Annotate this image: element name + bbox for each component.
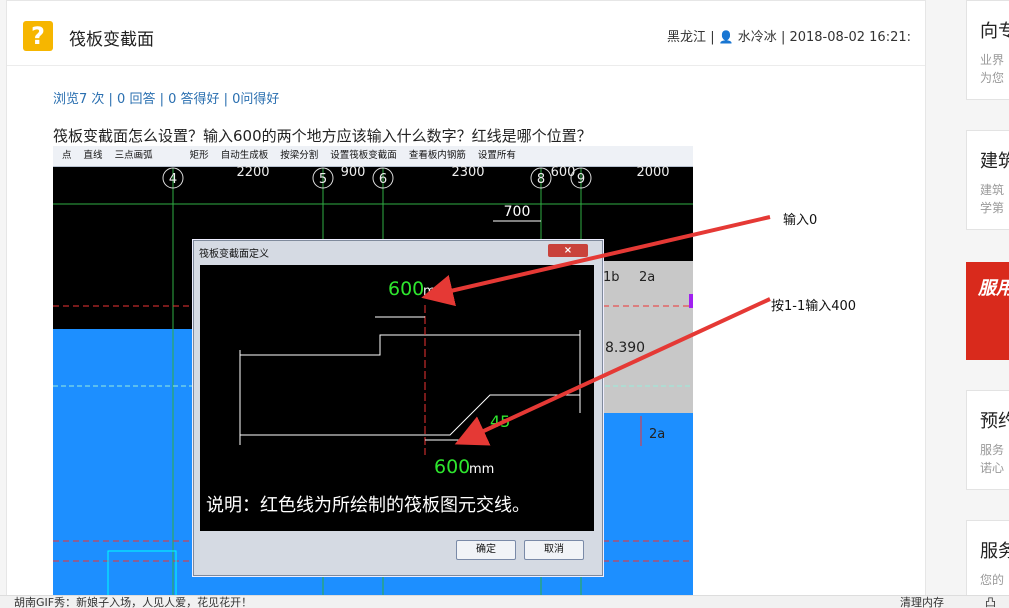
dialog-canvas: 600 mm 600 mm 45 说明：红色线为所绘制的筏板图元交线。 (200, 265, 594, 531)
bottom-bar: 胡南GIF秀：新娘子入场，人见人爱，花见花开！ 清理内存 凸 (0, 595, 1009, 608)
user-icon: 👤 (718, 30, 734, 44)
section-bottom-line (240, 394, 580, 436)
top-dim: 2200 (236, 165, 269, 180)
question-icon: ? (23, 21, 53, 51)
dim-600-top: 600 (388, 278, 424, 300)
user-link[interactable]: 水冷冰 (738, 30, 777, 45)
cad-label: 2a (649, 427, 665, 442)
unit-top: mm (423, 284, 448, 299)
cad-label: 8.390 (605, 340, 645, 356)
unit-bottom: mm (469, 462, 494, 477)
post-datetime: 2018-08-02 16:21: (789, 30, 911, 45)
sidebar-item[interactable]: 预约 服务诺心 (966, 390, 1009, 490)
axis-number: 6 (379, 172, 387, 187)
top-dim: 2000 (636, 165, 669, 180)
bottom-right-icon[interactable]: 凸 (985, 596, 996, 608)
sidebar-item[interactable]: 向专 业界为您 (966, 0, 1009, 100)
sidebar-item[interactable]: 建筑 建筑学第 (966, 130, 1009, 230)
question-card: ? 筏板变截面 黑龙江 | 👤 水冷冰 | 2018-08-02 16:21: … (6, 0, 926, 600)
sidebar-item[interactable]: 服务 您的 (966, 520, 1009, 607)
cad-label: 1b (603, 270, 620, 285)
sidebar-item-sub: 业界 为您 (980, 53, 1005, 85)
dialog-title: 筏板变截面定义 (199, 249, 269, 260)
sidebar-item-title: 建筑 (980, 151, 1009, 172)
cyan-rect (107, 550, 177, 596)
sidebar-item-sub: 服务 诺心 (980, 443, 1005, 475)
section-drawing: 600 mm 600 mm 45 说明：红色线为所绘制的筏板图元交线。 (206, 278, 581, 516)
clean-memory-button[interactable]: 清理内存 (900, 596, 944, 608)
sidebar-item-title: 预约 (980, 411, 1009, 432)
dialog-window: 筏板变截面定义 × 600 mm 600 mm 45 说明：红色线为所绘制的筏板… (193, 240, 603, 576)
sidebar-item-title: 服务 (980, 541, 1009, 562)
dialog-note: 说明：红色线为所绘制的筏板图元交线。 (206, 495, 530, 516)
sidebar-item-sub: 建筑 学第 (980, 183, 1005, 215)
angle-label: 45 (490, 412, 510, 431)
sidebar-item-title: 向专 (980, 21, 1009, 42)
axis-number: 5 (319, 172, 327, 187)
question-stats[interactable]: 浏览7 次 | 0 回答 | 0 答得好 | 0问得好 (53, 88, 279, 107)
annotation-note-1: 输入0 (783, 213, 818, 228)
axis-number: 4 (169, 172, 177, 187)
bottom-news-link[interactable]: 胡南GIF秀：新娘子入场，人见人爱，花见花开！ (14, 596, 252, 608)
top-dim: 900 (341, 165, 366, 180)
top-dim: 2300 (451, 165, 484, 180)
section-top-line (240, 334, 580, 356)
top-dim: 600 (551, 165, 576, 180)
location-link[interactable]: 黑龙江 (667, 30, 706, 45)
ok-button[interactable]: 确定 (456, 540, 516, 560)
question-title: 筏板变截面 (69, 30, 154, 50)
dim-700: 700 (504, 204, 531, 220)
sidebar-ad[interactable]: 服用 (966, 262, 1009, 360)
question-header: ? 筏板变截面 黑龙江 | 👤 水冷冰 | 2018-08-02 16:21: (7, 1, 925, 66)
sidebar-item-sub: 您的 (980, 573, 1005, 587)
purple-mark (689, 294, 693, 308)
cad-screenshot: 点 直线 三点画弧 矩形 自动生成板 按梁分割 设置筏板变截面 查看板内钢筋 设… (53, 146, 693, 596)
ad-text: 服用 (978, 278, 1009, 299)
annotation-note-2: 按1-1输入400 (771, 299, 857, 314)
cad-label: 2a (639, 270, 655, 285)
axis-number: 9 (577, 172, 585, 187)
dialog-close-button[interactable]: × (548, 244, 588, 257)
question-text: 筏板变截面怎么设置？输入600的两个地方应该输入什么数字？红线是哪个位置？ (53, 127, 592, 145)
axis-number: 8 (537, 172, 545, 187)
cancel-button[interactable]: 取消 (524, 540, 584, 560)
question-meta: 黑龙江 | 👤 水冷冰 | 2018-08-02 16:21: (667, 30, 911, 45)
dim-600-bottom: 600 (434, 456, 470, 478)
